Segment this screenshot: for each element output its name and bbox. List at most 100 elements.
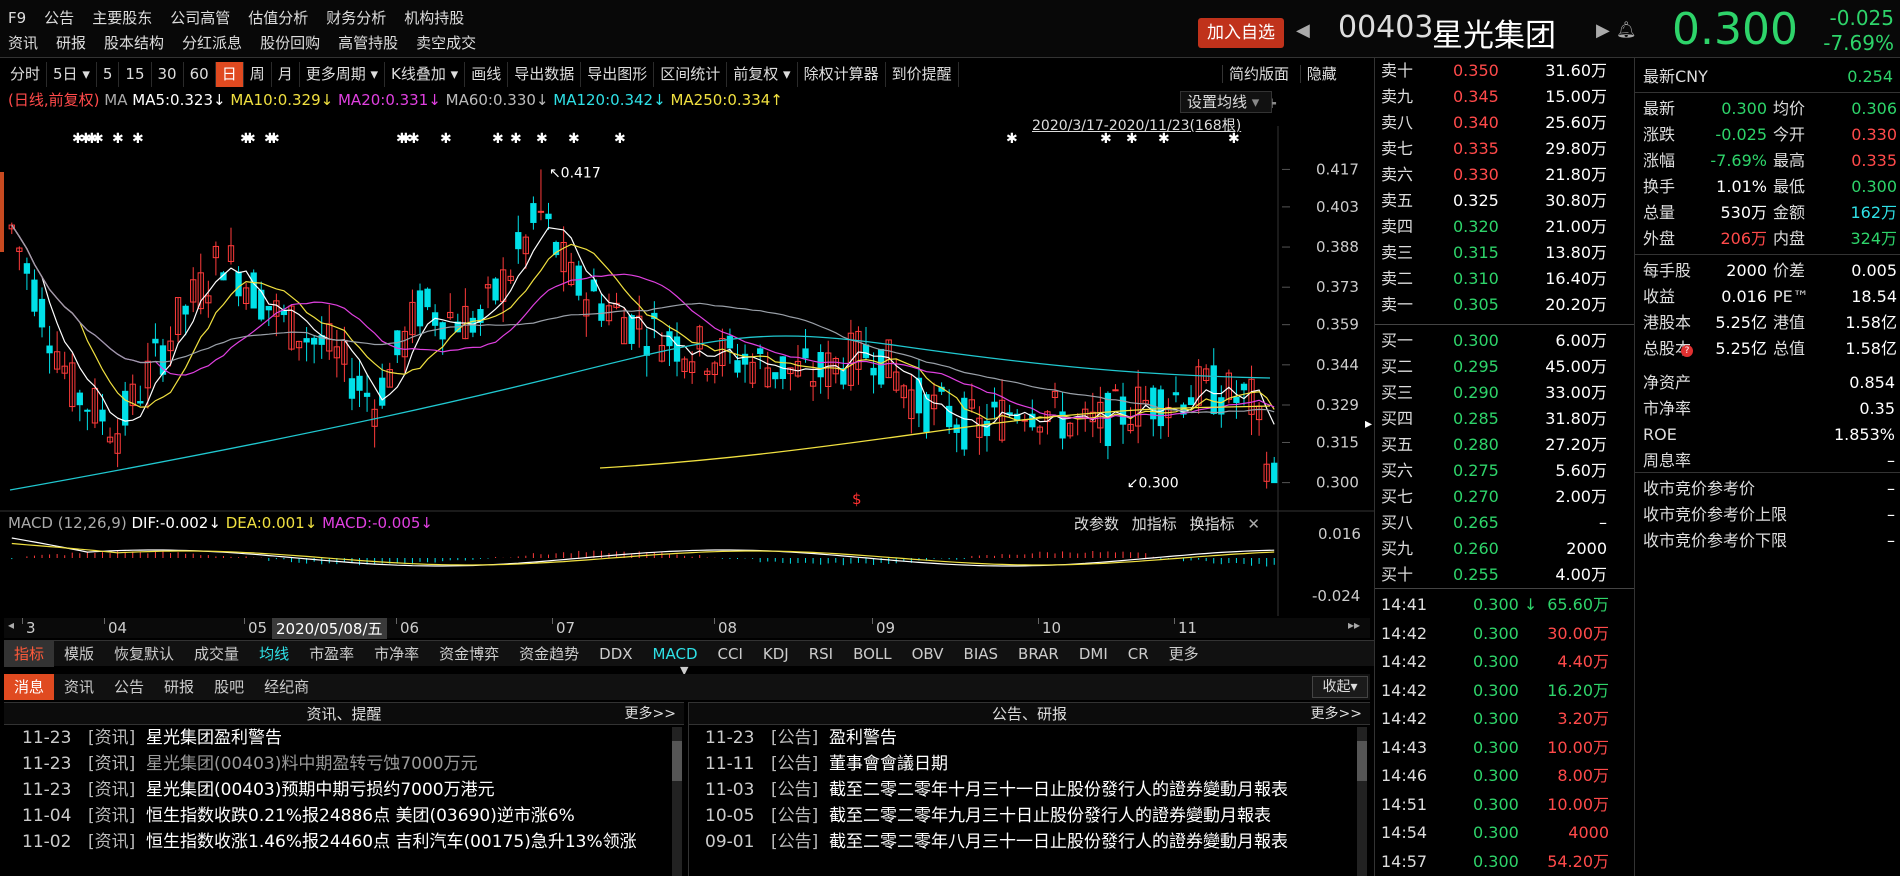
toolbar-item[interactable]: 画线 <box>465 62 509 87</box>
candle-body[interactable] <box>734 360 741 373</box>
toolbar-item[interactable]: 前复权 ▾ <box>727 62 798 87</box>
event-marker-icon[interactable]: ✱ <box>510 131 522 147</box>
news-title[interactable]: 星光集团(00403)料中期盈转亏蚀7000万元 <box>146 754 478 774</box>
candle-body[interactable] <box>628 315 635 344</box>
indicator-tab[interactable]: RSI <box>799 641 843 667</box>
news-title[interactable]: 恒生指数收涨1.46%报24460点 吉利汽车(00175)急升13%领涨 <box>146 832 637 852</box>
toolbar-item[interactable]: 5日 ▾ <box>47 62 97 87</box>
candle-body[interactable] <box>235 271 242 297</box>
indicator-tab[interactable]: 模版 <box>54 641 104 667</box>
menu-item[interactable]: F9 <box>8 6 26 31</box>
event-marker-icon[interactable]: ✱ <box>268 131 280 147</box>
macd-params-button[interactable]: 改参数 <box>1070 515 1123 533</box>
event-marker-icon[interactable]: ✱ <box>92 131 104 147</box>
candle-body[interactable] <box>1112 389 1119 392</box>
menu-item[interactable]: 财务分析 <box>326 6 386 31</box>
toolbar-item[interactable]: 日 <box>215 62 244 87</box>
candle-body[interactable] <box>817 352 824 378</box>
candle-body[interactable] <box>983 420 991 437</box>
toolbar-item[interactable]: 周 <box>244 62 272 87</box>
menu-item[interactable]: 卖空成交 <box>416 31 476 56</box>
candle-body[interactable] <box>416 290 424 327</box>
menu-item[interactable]: 高管持股 <box>338 31 398 56</box>
news-title[interactable]: 星光集团盈利警告 <box>146 728 282 748</box>
candle-body[interactable] <box>1187 397 1195 406</box>
prev-stock-icon[interactable]: ◀ <box>1296 20 1310 41</box>
event-marker-icon[interactable]: ✱ <box>132 131 144 147</box>
news-tab[interactable]: 公告 <box>104 674 154 700</box>
candle-body[interactable] <box>152 338 159 344</box>
candle-body[interactable] <box>424 288 431 308</box>
event-marker-icon[interactable]: ✱ <box>1006 131 1018 147</box>
candle-body[interactable] <box>1172 392 1180 396</box>
news-title[interactable]: 截至二零二零年八月三十一日止股份發行人的證券變動月報表 <box>829 832 1288 852</box>
candle-body[interactable] <box>757 348 764 354</box>
candle-body[interactable] <box>439 322 446 340</box>
news-item[interactable]: 10-05 [公告] 截至二零二零年九月三十日止股份發行人的證券變動月報表 <box>705 803 1370 829</box>
candle-body[interactable] <box>182 305 189 315</box>
candle-body[interactable] <box>31 279 38 312</box>
time-axis[interactable]: 3 04 05 06 07 08 09 10 11 2020/05/08/五 ◂ ▸▸ <box>4 618 1370 639</box>
scroll-thumb[interactable] <box>672 741 682 781</box>
news-tab[interactable]: 研报 <box>154 674 204 700</box>
toolbar-item[interactable]: 到价提醒 <box>886 62 959 87</box>
candle-body[interactable] <box>598 303 605 321</box>
candle-body[interactable] <box>348 378 356 399</box>
indicator-tab[interactable]: CCI <box>708 641 753 667</box>
news-item[interactable]: 11-23 [资讯] 星光集团盈利警告 <box>22 725 684 751</box>
indicator-tab[interactable]: CR <box>1118 641 1159 667</box>
indicator-tab[interactable]: 市盈率 <box>299 641 364 667</box>
candle-body[interactable] <box>772 372 779 380</box>
event-marker-icon[interactable]: ✱ <box>440 131 452 147</box>
event-marker-icon[interactable]: ✱ <box>536 131 548 147</box>
indicator-tab[interactable]: 指标 <box>4 641 55 667</box>
news-right-scrollbar[interactable] <box>1357 727 1367 876</box>
indicator-tab[interactable]: 均线 <box>249 641 299 667</box>
toolbar-item[interactable]: 30 <box>152 62 184 87</box>
news-item[interactable]: 11-04 [资讯] 恒生指数收跌0.21%报24886点 美团(03690)逆市涨… <box>22 803 684 829</box>
indicator-tab[interactable]: BOLL <box>843 641 902 667</box>
toolbar-item[interactable]: 导出数据 <box>508 62 582 87</box>
toolbar-item[interactable]: 月 <box>272 62 300 87</box>
candle-body[interactable] <box>1233 396 1240 403</box>
candle-body[interactable] <box>379 377 386 406</box>
candle-body[interactable] <box>802 348 809 359</box>
indicator-tab[interactable]: DDX <box>589 641 642 667</box>
news-title[interactable]: 截至二零二零年九月三十日止股份發行人的證券變動月報表 <box>829 806 1271 826</box>
candle-body[interactable] <box>46 345 53 354</box>
candle-body[interactable] <box>1104 392 1112 447</box>
toolbar-item[interactable]: K线叠加 ▾ <box>385 62 466 87</box>
close-icon[interactable]: ✕ <box>1243 515 1264 533</box>
news-tab[interactable]: 经纪商 <box>254 674 319 700</box>
collapse-button[interactable]: 收起▾ <box>1312 676 1368 698</box>
news-title[interactable]: 星光集团(00403)预期中期亏损约7000万港元 <box>146 780 495 800</box>
event-marker-icon[interactable]: ✱ <box>244 131 256 147</box>
candle-body[interactable] <box>1271 462 1278 484</box>
add-indicator-button[interactable]: 加指标 <box>1128 515 1181 533</box>
candle-body[interactable] <box>545 213 552 220</box>
set-ma-button[interactable]: 设置均线 ▾ <box>1180 91 1272 113</box>
info-badge-icon[interactable]: ? <box>1681 345 1693 357</box>
indicator-tab[interactable]: KDJ <box>753 641 799 667</box>
news-left-more[interactable]: 更多>> <box>625 703 676 725</box>
indicator-tab[interactable]: 资金博弈 <box>429 641 509 667</box>
toolbar-item[interactable]: 导出图形 <box>581 62 655 87</box>
indicator-tab[interactable]: 更多 <box>1159 641 1209 667</box>
toolbar-item[interactable]: 15 <box>119 62 152 87</box>
candle-body[interactable] <box>265 305 272 311</box>
menu-item[interactable]: 公司高管 <box>170 6 230 31</box>
event-marker-icon[interactable]: ✱ <box>112 131 124 147</box>
candle-body[interactable] <box>862 344 870 359</box>
indicator-tab[interactable]: OBV <box>902 641 954 667</box>
candle-body[interactable] <box>492 278 499 301</box>
news-title[interactable]: 盈利警告 <box>829 728 897 748</box>
candle-body[interactable] <box>870 367 877 376</box>
event-marker-icon[interactable]: ✱ <box>408 131 420 147</box>
indicator-tab[interactable]: MACD <box>643 641 708 667</box>
news-item[interactable]: 11-23 [公告] 盈利警告 <box>705 725 1370 751</box>
menu-item[interactable]: 股本结构 <box>104 31 164 56</box>
scroll-left-icon[interactable]: ◂ <box>8 618 14 632</box>
event-marker-icon[interactable]: ✱ <box>568 131 580 147</box>
menu-item[interactable]: 估值分析 <box>248 6 308 31</box>
candle-body[interactable] <box>575 265 582 296</box>
